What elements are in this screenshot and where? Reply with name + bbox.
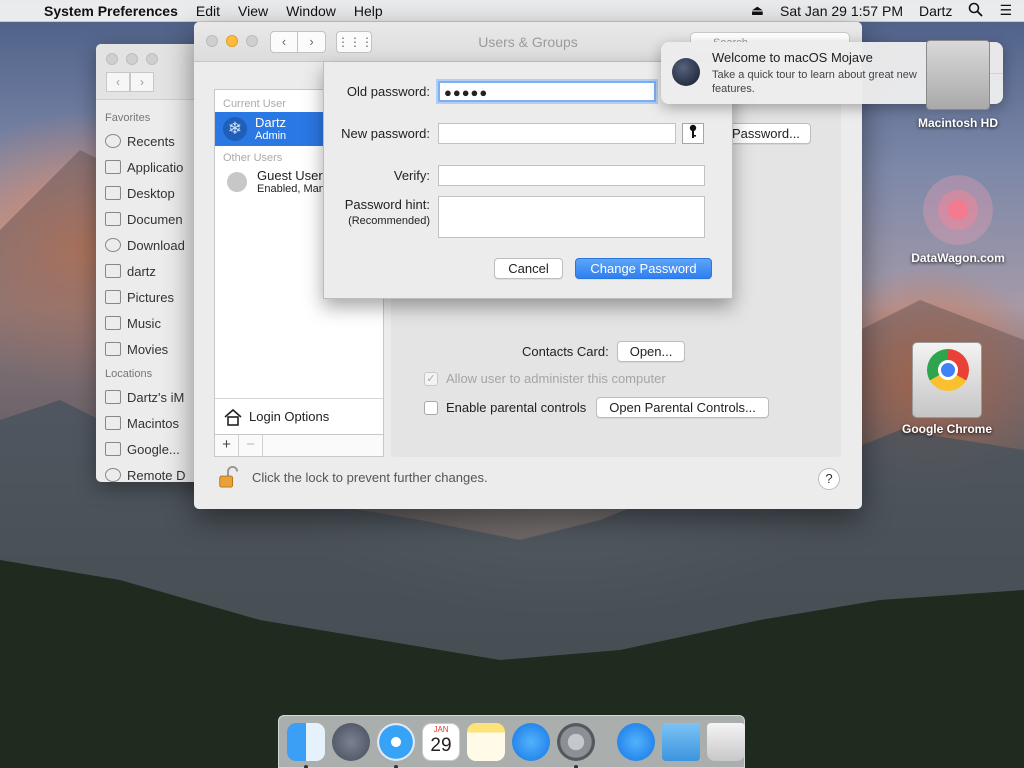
- login-options-item[interactable]: Login Options: [215, 398, 383, 434]
- notification-message: Take a quick tour to learn about great n…: [712, 69, 917, 95]
- finder-dock-icon[interactable]: [287, 722, 325, 768]
- menu-bar: System Preferences Edit View Window Help…: [0, 0, 1024, 22]
- google-chrome-label: Google Chrome: [901, 422, 992, 436]
- notes-icon[interactable]: [467, 722, 505, 761]
- verify-label: Verify:: [393, 168, 430, 183]
- contacts-card-label: Contacts Card:: [522, 344, 609, 359]
- house-icon: [224, 408, 242, 426]
- change-password-confirm-button[interactable]: Change Password: [575, 258, 712, 279]
- desktop-icon: [105, 186, 121, 200]
- password-assistant-key-icon[interactable]: [682, 123, 704, 144]
- contacts-open-button[interactable]: Open...: [616, 341, 686, 362]
- mojave-app-icon: [672, 58, 700, 86]
- verify-password-field[interactable]: [438, 165, 705, 186]
- safari-compass-icon[interactable]: [377, 722, 415, 768]
- music-note-icon: [105, 316, 121, 330]
- dock: JAN 29: [278, 715, 745, 768]
- user-role: Admin: [255, 129, 287, 142]
- macintosh-hd-label: Macintosh HD: [917, 116, 998, 130]
- desktop-icon-google-chrome[interactable]: Google Chrome: [887, 342, 1007, 436]
- computer-icon: [105, 390, 121, 404]
- calendar-month: JAN: [433, 724, 449, 734]
- film-icon: [105, 342, 121, 356]
- parental-controls-checkbox[interactable]: [424, 400, 438, 415]
- download-icon: [105, 238, 121, 252]
- finder-back-button[interactable]: ‹: [106, 72, 130, 92]
- old-password-field[interactable]: ●●●●●: [438, 81, 656, 102]
- applications-icon: [105, 160, 121, 174]
- finder-zoom-button[interactable]: [146, 53, 158, 65]
- open-parental-controls-button[interactable]: Open Parental Controls...: [596, 397, 769, 418]
- cancel-button[interactable]: Cancel: [494, 258, 563, 279]
- disc-icon: [105, 468, 121, 482]
- password-hint-sublabel: (Recommended): [348, 215, 430, 227]
- calendar-icon[interactable]: JAN 29: [422, 722, 460, 761]
- downloads-folder-icon[interactable]: [662, 722, 700, 761]
- menu-window[interactable]: Window: [286, 3, 336, 19]
- menu-clock[interactable]: Sat Jan 29 1:57 PM: [780, 3, 903, 19]
- calendar-day: 29: [430, 734, 452, 756]
- menu-edit[interactable]: Edit: [196, 3, 220, 19]
- hard-drive-icon: [926, 40, 990, 110]
- app-store-icon[interactable]: [512, 722, 550, 761]
- snowflake-avatar-icon: ❄: [223, 117, 247, 141]
- menu-view[interactable]: View: [238, 3, 268, 19]
- finder-close-button[interactable]: [106, 53, 118, 65]
- password-hint-label: Password hint:: [344, 197, 430, 212]
- document-icon: [105, 212, 121, 226]
- change-password-button[interactable]: Password...: [721, 123, 811, 144]
- help-button[interactable]: ?: [818, 468, 840, 490]
- guest-avatar-icon: [227, 172, 247, 192]
- desktop-icon-macintosh-hd[interactable]: Macintosh HD: [898, 40, 1018, 130]
- app-menu[interactable]: System Preferences: [44, 3, 178, 19]
- login-options-label: Login Options: [249, 409, 330, 424]
- chrome-installer-icon: [912, 342, 982, 418]
- user-name: Dartz: [255, 114, 287, 130]
- guest-status: Enabled, Man: [257, 182, 325, 195]
- new-password-label: New password:: [341, 126, 430, 141]
- old-password-label: Old password:: [346, 84, 430, 99]
- guest-name: Guest User: [257, 167, 323, 183]
- finder-forward-button[interactable]: ›: [130, 72, 154, 92]
- eject-icon[interactable]: ⏏: [751, 2, 764, 19]
- system-preferences-gear-icon[interactable]: [557, 722, 595, 768]
- launchpad-rocket-icon[interactable]: [332, 722, 370, 761]
- hard-drive-icon: [105, 416, 121, 430]
- drive-icon: [105, 442, 121, 456]
- allow-admin-checkbox[interactable]: ✓: [424, 371, 438, 386]
- password-hint-field[interactable]: [438, 196, 705, 238]
- allow-admin-label: Allow user to administer this computer: [446, 371, 666, 386]
- spotlight-search-icon[interactable]: [968, 2, 984, 20]
- add-remove-bar: + −: [214, 435, 384, 457]
- remove-user-button[interactable]: −: [239, 435, 263, 456]
- lock-message: Click the lock to prevent further change…: [252, 469, 488, 485]
- camera-icon: [105, 290, 121, 304]
- datawagon-icon: [923, 175, 993, 245]
- menu-help[interactable]: Help: [354, 3, 383, 19]
- notification-center-icon[interactable]: ☰: [999, 2, 1012, 19]
- trash-icon[interactable]: [707, 722, 745, 761]
- clock-icon: [105, 134, 121, 148]
- applications-folder-icon[interactable]: [617, 722, 655, 761]
- add-user-button[interactable]: +: [215, 435, 239, 456]
- parental-controls-label: Enable parental controls: [446, 400, 587, 415]
- desktop-icon-datawagon[interactable]: DataWagon.com: [898, 175, 1018, 265]
- finder-minimize-button[interactable]: [126, 53, 138, 65]
- home-icon: [105, 264, 121, 278]
- menu-user[interactable]: Dartz: [919, 3, 952, 19]
- datawagon-label: DataWagon.com: [911, 251, 1005, 265]
- new-password-field[interactable]: [438, 123, 676, 144]
- unlocked-padlock-icon[interactable]: [218, 466, 238, 488]
